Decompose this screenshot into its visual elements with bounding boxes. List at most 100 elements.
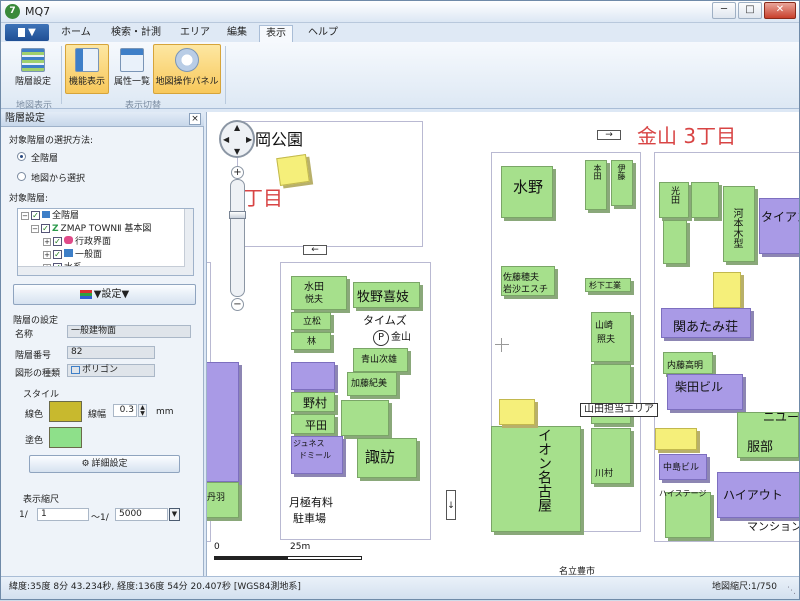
collapse-icon[interactable]: − <box>21 211 29 220</box>
tree-item-general[interactable]: + ✓ 一般面 <box>43 249 102 261</box>
zmap-icon: Z <box>52 224 59 234</box>
file-menu-button[interactable]: ▼ <box>5 24 49 41</box>
scale-min-input[interactable]: 1 <box>37 508 89 521</box>
line-width-unit: mm <box>156 407 174 417</box>
tab-view[interactable]: 表示 <box>259 25 293 42</box>
map-canvas[interactable]: 岡公園 金山 3丁目 丁目 水野 牧野喜妓 タイムズ 金山 水田 悦夫 立松 林… <box>206 112 799 576</box>
tab-home[interactable]: ホーム <box>55 25 97 42</box>
scale-max-input[interactable]: 5000 <box>115 508 168 521</box>
expand-icon[interactable]: + <box>43 237 51 246</box>
shape-type-value: ポリゴン <box>82 365 119 375</box>
display-scale-label: 表示縮尺 <box>23 495 60 505</box>
map-label: タイムズ <box>363 314 407 327</box>
map-label: 本田 <box>593 164 602 180</box>
map-label: 川村 <box>595 469 614 479</box>
pan-down-icon[interactable]: ▼ <box>234 147 240 156</box>
line-width-label: 線幅 <box>88 410 107 420</box>
radio-select-from-map[interactable] <box>17 172 26 181</box>
map-label: 名立豊市 <box>559 567 596 576</box>
minimize-button[interactable]: ─ <box>712 2 736 19</box>
general-layer-icon <box>64 249 73 257</box>
zoom-slider[interactable] <box>229 179 246 297</box>
name-label: 名称 <box>15 330 34 340</box>
tab-search[interactable]: 検索・計測 <box>105 25 167 42</box>
tree-horizontal-scrollbar[interactable] <box>18 266 193 275</box>
map-label: 杉下工業 <box>589 281 621 290</box>
map-label: ドミール <box>299 451 331 460</box>
tree-item-all[interactable]: − ✓ 全階層 <box>21 210 79 222</box>
map-label: ニユー <box>763 410 799 424</box>
pan-up-icon[interactable]: ▲ <box>234 123 240 132</box>
function-panel-icon <box>75 48 99 72</box>
layer-stack-icon <box>79 289 92 299</box>
map-label: 青山次雄 <box>361 355 398 365</box>
line-color-swatch[interactable] <box>49 401 82 422</box>
staff-area-tooltip: 山田担当エリア <box>580 403 658 417</box>
checkbox-checked-icon[interactable]: ✓ <box>41 224 50 233</box>
map-label: 内藤高明 <box>667 361 704 371</box>
scale-line <box>214 556 362 560</box>
app-logo-icon: 7 <box>5 4 20 19</box>
tree-label: 一般面 <box>75 250 103 260</box>
close-button[interactable]: ✕ <box>764 2 796 19</box>
layer-tree[interactable]: −✓全階層 −✓ZZMAP TOWNⅡ 基本図 +✓行政界面 +✓一般面 +✓水… <box>17 208 194 276</box>
settings-dropdown-button[interactable]: ▼設定▼ <box>13 284 196 305</box>
fill-color-swatch[interactable] <box>49 427 82 448</box>
detail-settings-button[interactable]: ⚙ 詳細設定 <box>29 455 180 473</box>
settings-dropdown-label: ▼設定▼ <box>93 289 130 300</box>
scale-prefix: 1/ <box>19 510 28 520</box>
radio-select-from-map-label: 地図から選択 <box>31 174 86 184</box>
detail-settings-label: 詳細設定 <box>91 459 128 469</box>
checkbox-checked-icon[interactable]: ✓ <box>53 237 62 246</box>
resize-grip-icon[interactable]: ⋱ <box>787 581 796 601</box>
map-label: 河本木型 <box>731 208 742 248</box>
line-color-label: 線色 <box>25 410 44 420</box>
scale-separator: ～1/ <box>91 513 109 523</box>
checkbox-checked-icon[interactable]: ✓ <box>31 211 40 220</box>
function-display-button[interactable]: 機能表示 <box>65 44 109 94</box>
checkbox-checked-icon[interactable]: ✓ <box>53 250 62 259</box>
building <box>341 400 389 436</box>
tree-item-zmap[interactable]: − ✓ Z ZMAP TOWNⅡ 基本図 <box>31 223 151 235</box>
map-control-panel-label: 地図操作パネル <box>155 77 219 87</box>
map-label: イオン名古屋 <box>536 428 552 512</box>
expand-icon[interactable]: + <box>43 250 51 259</box>
collapse-icon[interactable]: − <box>31 224 39 233</box>
tree-item-admin[interactable]: + ✓ 行政界面 <box>43 236 111 248</box>
building <box>655 428 697 450</box>
map-label: 服部 <box>747 440 774 455</box>
selection-method-label: 対象階層の選択方法: <box>9 136 94 146</box>
tab-area[interactable]: エリア <box>174 25 216 42</box>
app-window: 7 MQ7 ─ □ ✕ ▼ ホーム 検索・計測 エリア 編集 表示 ヘルプ 階層… <box>0 0 800 600</box>
building <box>691 182 719 218</box>
attribute-list-button[interactable]: 属性一覧 <box>110 44 154 94</box>
admin-boundary-icon <box>64 236 73 244</box>
pan-left-icon[interactable]: ◀ <box>223 135 229 144</box>
zoom-in-button[interactable]: + <box>231 166 244 179</box>
map-label: ハイアウト <box>723 488 783 502</box>
line-width-input[interactable]: 0.3 <box>113 404 137 417</box>
panel-header: 階層設定 × <box>1 112 204 127</box>
tree-label: ZMAP TOWNⅡ 基本図 <box>60 224 152 234</box>
menu-bar: ▼ ホーム 検索・計測 エリア 編集 表示 ヘルプ <box>1 23 799 42</box>
radio-all-layers[interactable] <box>17 152 26 161</box>
maximize-button[interactable]: □ <box>738 2 762 19</box>
building <box>499 399 535 425</box>
scale-dropdown-button[interactable]: ▼ <box>169 508 180 521</box>
map-control-panel-button[interactable]: 地図操作パネル <box>153 44 221 94</box>
layer-settings-ribbon-button[interactable]: 階層設定 <box>8 44 58 94</box>
tab-edit[interactable]: 編集 <box>221 25 253 42</box>
line-width-spinner[interactable]: ▲ ▼ <box>138 404 147 417</box>
panel-close-button[interactable]: × <box>189 113 201 125</box>
tree-vertical-scrollbar[interactable] <box>184 209 193 267</box>
polygon-icon <box>71 365 80 374</box>
pan-control[interactable]: ▲ ▼ ◀ ▶ <box>219 120 255 158</box>
zoom-out-button[interactable]: − <box>231 298 244 311</box>
style-label: スタイル <box>23 390 60 400</box>
map-label: 水野 <box>513 178 544 196</box>
building <box>207 362 239 482</box>
shape-type-field: ポリゴン <box>67 364 155 377</box>
zoom-slider-thumb[interactable] <box>229 211 246 219</box>
pan-right-icon[interactable]: ▶ <box>246 135 252 144</box>
tab-help[interactable]: ヘルプ <box>302 25 344 42</box>
